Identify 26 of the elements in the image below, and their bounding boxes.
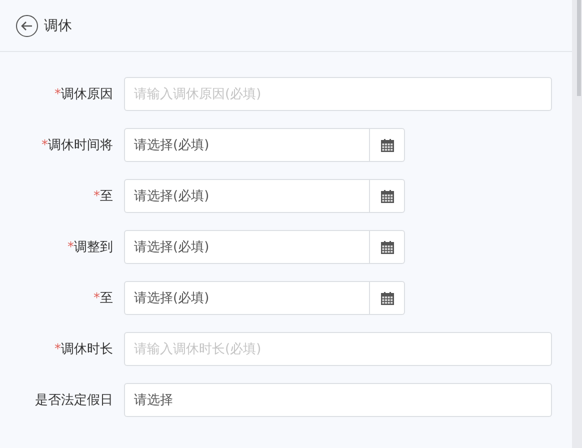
calendar-icon <box>380 292 394 304</box>
date-field[interactable]: 请选择(必填) <box>124 179 370 213</box>
field-label: *调休原因 <box>54 86 113 103</box>
date-field[interactable]: 请选择(必填) <box>124 281 370 315</box>
calendar-button[interactable] <box>370 281 405 315</box>
calendar-icon <box>380 240 394 254</box>
calendar-icon <box>380 138 394 152</box>
field-label: *调整到 <box>66 239 113 256</box>
field-label: *至 <box>92 290 113 307</box>
calendar-button[interactable] <box>370 230 405 264</box>
text-field[interactable]: 请输入调休原因(必填) <box>124 77 552 111</box>
scrollbar[interactable] <box>572 0 582 448</box>
date-field[interactable]: 请选择(必填) <box>124 128 370 162</box>
calendar-button[interactable] <box>370 179 405 213</box>
field-label: 是否法定假日 <box>34 392 113 409</box>
field-label: *至 <box>92 188 113 205</box>
text-field[interactable]: 请输入调休时长(必填) <box>124 332 552 366</box>
field-label: *调休时长 <box>54 341 113 358</box>
page-title: 调休 <box>44 16 72 34</box>
back-button[interactable] <box>16 14 38 36</box>
field-label: *调休时间将 <box>40 137 113 154</box>
calendar-button[interactable] <box>370 128 405 162</box>
calendar-icon <box>380 190 394 202</box>
back-arrow-icon <box>21 20 33 30</box>
date-field[interactable]: 请选择(必填) <box>124 230 370 264</box>
select-field[interactable]: 请选择 <box>124 383 552 417</box>
